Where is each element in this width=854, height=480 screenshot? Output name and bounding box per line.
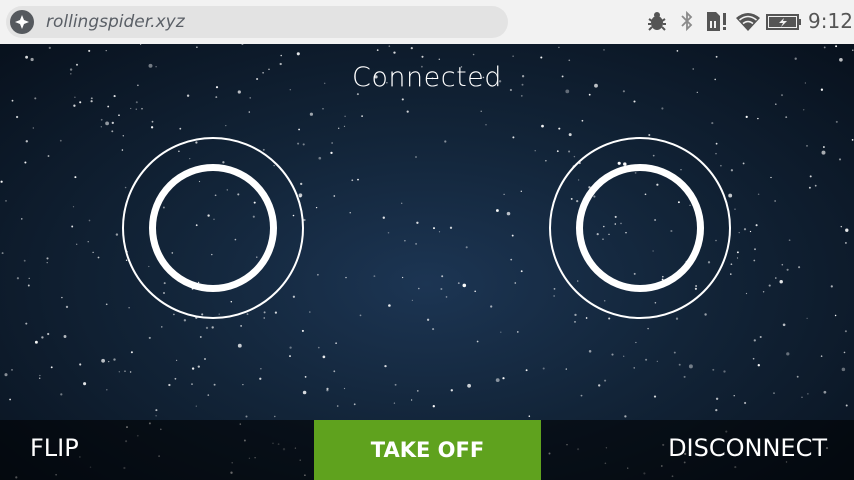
take-off-button[interactable]: TAKE OFF (314, 420, 541, 480)
system-status-bar: rollingspider.xyz 9:12 (0, 0, 854, 44)
action-bar: FLIP TAKE OFF DISCONNECT (0, 420, 854, 480)
joystick-knob[interactable] (149, 164, 277, 292)
sim-card-alert-icon (705, 10, 729, 32)
disconnect-button[interactable]: DISCONNECT (668, 434, 827, 462)
bug-icon (646, 10, 668, 32)
controller-area: Connected (0, 44, 854, 480)
connection-status: Connected (352, 62, 502, 93)
url-bar[interactable]: rollingspider.xyz (6, 6, 508, 38)
pin-icon[interactable] (10, 10, 34, 34)
wifi-icon (735, 10, 761, 32)
joystick-knob[interactable] (576, 164, 704, 292)
left-joystick[interactable] (122, 137, 304, 319)
clock: 9:12 (808, 9, 853, 33)
right-joystick[interactable] (549, 137, 731, 319)
url-text: rollingspider.xyz (46, 12, 185, 32)
bluetooth-icon (680, 10, 694, 32)
flip-button[interactable]: FLIP (30, 434, 79, 462)
battery-charging-icon (766, 10, 802, 32)
